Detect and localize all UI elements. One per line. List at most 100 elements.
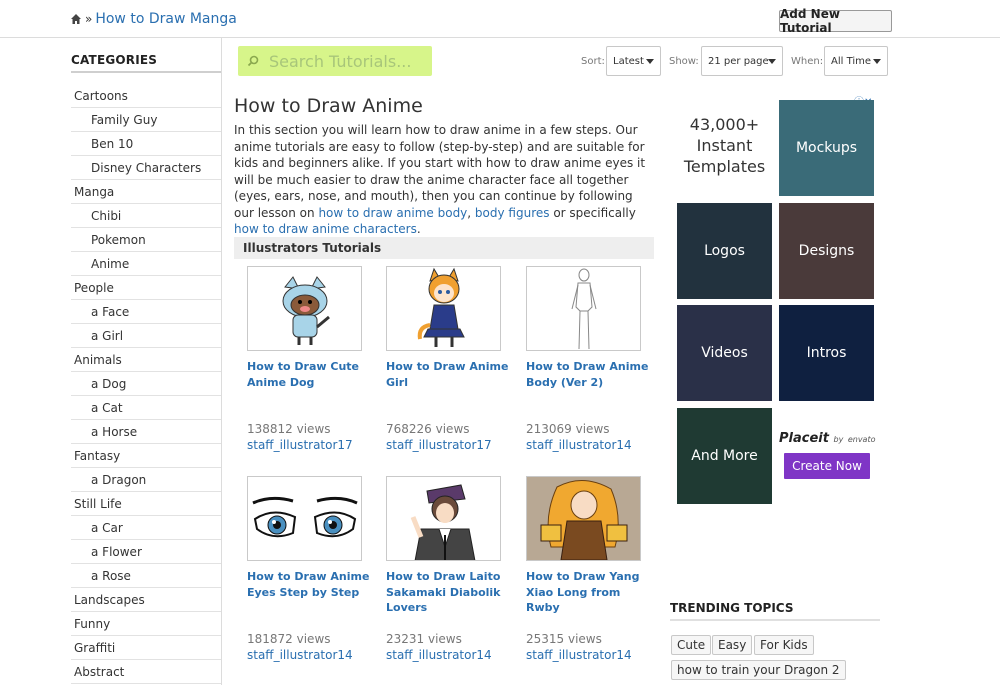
sidebar-item[interactable]: Chibi: [71, 204, 221, 228]
sidebar-item[interactable]: Abstract: [71, 660, 221, 684]
breadcrumb-link[interactable]: How to Draw Manga: [95, 11, 237, 27]
when-value: All Time: [831, 55, 872, 67]
trending-tag[interactable]: Easy: [712, 635, 753, 655]
card-title[interactable]: How to Draw Laito Sakamaki Diabolik Love…: [386, 569, 516, 631]
thumbnail[interactable]: [247, 266, 362, 351]
thumbnail[interactable]: [386, 476, 501, 561]
sidebar-item[interactable]: a Flower: [71, 540, 221, 564]
thumbnail[interactable]: [247, 476, 362, 561]
view-count: 213069 views: [526, 422, 610, 436]
breadcrumb-separator: »: [85, 12, 93, 26]
sidebar-item[interactable]: Disney Characters: [71, 156, 221, 180]
search-icon: [247, 55, 259, 67]
ad-tile[interactable]: Intros: [779, 305, 874, 401]
tutorial-card[interactable]: How to Draw Anime Girl 768226 views staf…: [386, 266, 516, 453]
thumbnail[interactable]: [526, 266, 641, 351]
author-link[interactable]: staff_illustrator14: [247, 647, 377, 663]
trending-title: TRENDING TOPICS: [670, 601, 794, 615]
sidebar-item[interactable]: Fantasy: [71, 444, 221, 468]
home-icon[interactable]: [70, 13, 82, 25]
ad-headline[interactable]: 43,000+ Instant Templates: [677, 114, 772, 177]
card-title[interactable]: How to Draw Anime Body (Ver 2): [526, 359, 656, 421]
tutorial-card[interactable]: How to Draw Yang Xiao Long from Rwby 253…: [526, 476, 656, 663]
sidebar-item[interactable]: Still Life: [71, 492, 221, 516]
sidebar-item[interactable]: Family Guy: [71, 108, 221, 132]
sidebar-item[interactable]: Anime: [71, 252, 221, 276]
show-select[interactable]: 21 per page: [701, 46, 783, 76]
top-bar: » How to Draw Manga Add New Tutorial: [0, 0, 1000, 38]
anime-body-link[interactable]: how to draw anime body: [318, 206, 467, 220]
intro-text: ,: [467, 205, 475, 220]
sidebar-item[interactable]: a Car: [71, 516, 221, 540]
sidebar-item[interactable]: Graffiti: [71, 636, 221, 660]
thumbnail[interactable]: [526, 476, 641, 561]
ad-tile[interactable]: Mockups: [779, 100, 874, 196]
trending-divider: [670, 619, 880, 621]
sidebar-item[interactable]: Animals: [71, 348, 221, 372]
anime-characters-link[interactable]: how to draw anime characters: [234, 222, 417, 236]
body-icon: [571, 268, 596, 349]
ad-tile[interactable]: Videos: [677, 305, 772, 401]
trending-tag[interactable]: how to train your Dragon 2: [671, 660, 846, 680]
sidebar-item[interactable]: Landscapes: [71, 588, 221, 612]
ad-tile[interactable]: Logos: [677, 203, 772, 299]
sidebar-item[interactable]: Pokemon: [71, 228, 221, 252]
sidebar-item[interactable]: Ben 10: [71, 132, 221, 156]
sidebar-item[interactable]: a Face: [71, 300, 221, 324]
ad-tile[interactable]: Designs: [779, 203, 874, 299]
sidebar-item[interactable]: a Horse: [71, 420, 221, 444]
brand-by: by: [833, 435, 844, 444]
author-link[interactable]: staff_illustrator14: [526, 437, 656, 453]
trending-tag[interactable]: Cute: [671, 635, 712, 655]
card-title[interactable]: How to Draw Yang Xiao Long from Rwby: [526, 569, 656, 631]
ad-tile-label: And More: [691, 448, 758, 464]
view-count: 25315 views: [526, 632, 602, 646]
brand-owner: envato: [847, 435, 876, 444]
show-label: Show:: [669, 56, 699, 67]
ad-tile-label: Intros: [806, 345, 847, 361]
section-header: Illustrators Tutorials: [234, 237, 654, 259]
tutorial-card[interactable]: How to Draw Laito Sakamaki Diabolik Love…: [386, 476, 516, 663]
sidebar-item[interactable]: a Dog: [71, 372, 221, 396]
author-link[interactable]: staff_illustrator14: [526, 647, 656, 663]
intro-text: or specifically: [549, 205, 636, 220]
placeit-logo[interactable]: Placeit by envato: [779, 431, 876, 446]
trending-tag[interactable]: For Kids: [754, 635, 814, 655]
card-title[interactable]: How to Draw Anime Girl: [386, 359, 516, 421]
tutorial-card[interactable]: How to Draw Cute Anime Dog 138812 views …: [247, 266, 377, 453]
when-select[interactable]: All Time: [824, 46, 888, 76]
sort-select[interactable]: Latest: [606, 46, 661, 76]
view-count: 768226 views: [386, 422, 470, 436]
sidebar-item[interactable]: a Girl: [71, 324, 221, 348]
girl-icon: [417, 267, 465, 347]
boy-icon: [410, 483, 475, 560]
sidebar-item[interactable]: a Rose: [71, 564, 221, 588]
sidebar-item[interactable]: People: [71, 276, 221, 300]
search-box[interactable]: Search Tutorials...: [238, 46, 432, 76]
search-input[interactable]: Search Tutorials...: [269, 52, 411, 71]
author-link[interactable]: staff_illustrator17: [247, 437, 377, 453]
brand-name: Placeit: [779, 431, 829, 446]
thumbnail[interactable]: [386, 266, 501, 351]
sidebar-item[interactable]: a Dragon: [71, 468, 221, 492]
ad-tile[interactable]: And More: [677, 408, 772, 504]
sidebar: CATEGORIES Cartoons Family Guy Ben 10 Disne…: [0, 38, 222, 685]
tutorial-card[interactable]: How to Draw Anime Body (Ver 2) 213069 vi…: [526, 266, 656, 453]
sidebar-item[interactable]: a Cat: [71, 396, 221, 420]
category-list: Cartoons Family Guy Ben 10 Disney Character…: [71, 84, 221, 684]
author-link[interactable]: staff_illustrator17: [386, 437, 516, 453]
card-title[interactable]: How to Draw Cute Anime Dog: [247, 359, 377, 421]
body-figures-link[interactable]: body figures: [475, 206, 550, 220]
sidebar-item[interactable]: Cartoons: [71, 84, 221, 108]
dog-icon: [282, 275, 330, 345]
ad-tile-label: Mockups: [795, 140, 858, 156]
add-new-tutorial-button[interactable]: Add New Tutorial: [779, 7, 892, 35]
card-title[interactable]: How to Draw Anime Eyes Step by Step: [247, 569, 377, 631]
create-now-button[interactable]: Create Now: [784, 453, 870, 479]
intro-text: .: [416, 222, 421, 236]
author-link[interactable]: staff_illustrator14: [386, 647, 516, 663]
yang-icon: [527, 477, 640, 560]
sidebar-item[interactable]: Funny: [71, 612, 221, 636]
tutorial-card[interactable]: How to Draw Anime Eyes Step by Step 1818…: [247, 476, 377, 663]
sidebar-item[interactable]: Manga: [71, 180, 221, 204]
